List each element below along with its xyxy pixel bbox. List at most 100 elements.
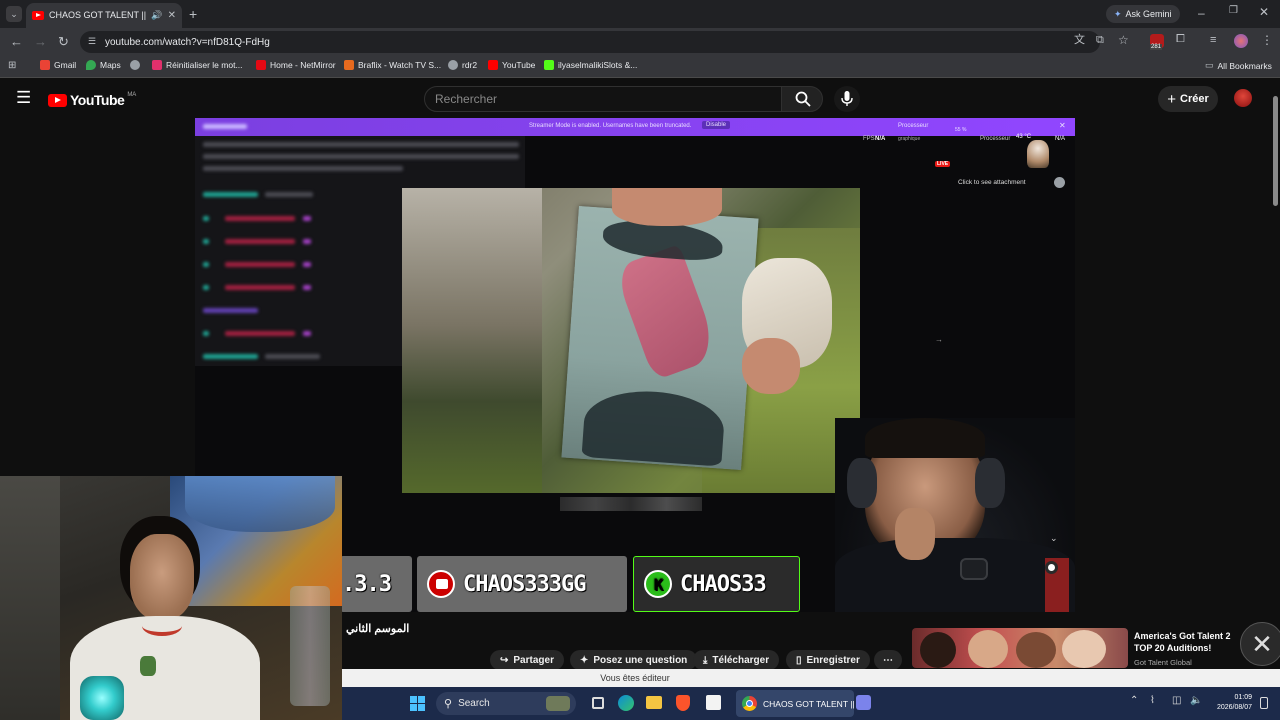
notification-icon[interactable]	[1260, 697, 1268, 709]
all-bookmarks-label: All Bookmarks	[1217, 60, 1272, 71]
bookmark-braflix[interactable]: Braflix - Watch TV S...	[344, 60, 441, 70]
channel-chip-text: .3.3	[342, 571, 392, 597]
windows-start-icon[interactable]	[410, 696, 425, 711]
banner-close-icon[interactable]: ✕	[1059, 121, 1066, 130]
search-button[interactable]	[781, 86, 823, 112]
streamer-mode-banner: Streamer Mode is enabled. Usernames have…	[195, 118, 1075, 136]
suggested-video[interactable]: America's Got Talent 2 TOP 20 Auditions!…	[912, 622, 1280, 668]
share-arrow-icon: ↪	[500, 654, 509, 666]
disable-streamer-mode-button[interactable]: Disable	[702, 121, 731, 129]
all-bookmarks[interactable]: ▭ All Bookmarks	[1205, 60, 1272, 71]
profile-avatar[interactable]	[1234, 34, 1248, 48]
bookmark-label: ilyaselmalikiSlots &...	[558, 60, 638, 70]
plus-icon: +	[1167, 90, 1176, 108]
windows-taskbar: ⚲ Search CHAOS GOT TALENT || 1 ⌃ ⌇ ◫ 🔈 0…	[342, 687, 1280, 720]
lamp-light	[80, 676, 124, 720]
bookmark-globe[interactable]	[130, 60, 140, 70]
new-tab-icon[interactable]: +	[189, 7, 197, 21]
voice-search-button[interactable]	[834, 86, 860, 112]
search-input[interactable]: Rechercher	[424, 86, 782, 112]
translate-icon[interactable]: 文	[1074, 35, 1085, 46]
extensions-puzzle-icon[interactable]: ⧠	[1176, 34, 1185, 45]
maximize-icon[interactable]: ❐	[1229, 6, 1238, 16]
clock-time: 01:09	[1234, 694, 1252, 701]
bookmark-label: Maps	[100, 60, 121, 70]
bookmark-star-icon[interactable]: ☆	[1118, 34, 1129, 46]
address-bar[interactable]: ☰ youtube.com/watch?v=nfD81Q-FdHg 文	[80, 31, 1100, 53]
attachment-hint[interactable]: Click to see attachment	[958, 179, 1026, 186]
cast-icon[interactable]: ⧉	[1096, 35, 1104, 46]
create-button[interactable]: + Créer	[1158, 86, 1218, 112]
wifi-icon[interactable]: ◫	[1172, 695, 1181, 706]
teams-icon[interactable]	[856, 695, 871, 710]
chrome-menu-icon[interactable]: ⋮	[1261, 34, 1273, 46]
drawing-paper	[561, 206, 759, 470]
browser-toolbar: ← → ↻ ☰ youtube.com/watch?v=nfD81Q-FdHg …	[0, 28, 1280, 56]
file-explorer-icon[interactable]	[646, 696, 662, 709]
more-actions-button[interactable]: ⋯	[874, 650, 902, 670]
bookmark-youtube[interactable]: YouTube	[488, 60, 535, 70]
volume-icon[interactable]: 🔈	[1190, 695, 1202, 706]
channel-chip-text: CHAOS333GG	[463, 571, 586, 597]
fps-label: FPS	[863, 136, 875, 142]
speaker-icon[interactable]: 🔊	[151, 10, 162, 21]
bookmark-rdr2[interactable]: rdr2	[448, 60, 477, 70]
streamer-webcam-right	[835, 418, 1075, 612]
page-scrollbar-thumb[interactable]	[1273, 96, 1278, 206]
youtube-logo[interactable]: YouTube MA	[48, 92, 136, 108]
attachment-icon[interactable]	[1054, 177, 1065, 188]
next-arrow-icon[interactable]: →	[935, 335, 943, 344]
video-title: الموسم الثاني	[346, 623, 410, 635]
save-bookmark-icon: ▯	[796, 654, 802, 666]
back-arrow-icon[interactable]: ←	[10, 35, 23, 48]
editor-notice-text: Vous êtes éditeur	[600, 673, 670, 683]
taskbar-clock[interactable]: 01:09 2026/08/07	[1202, 693, 1252, 713]
globe-icon	[448, 60, 458, 70]
hamburger-menu-icon[interactable]: ☰	[16, 89, 31, 107]
cpu-na: N/A	[1055, 136, 1066, 142]
editor-notice-bar: Vous êtes éditeur	[342, 669, 1280, 687]
edge-icon[interactable]	[618, 695, 634, 711]
network-icon[interactable]: ⌇	[1150, 695, 1155, 706]
streamer-mode-text: Streamer Mode is enabled. Usernames have…	[529, 123, 692, 129]
site-info-icon[interactable]: ☰	[88, 36, 96, 47]
browser-tab-active[interactable]: CHAOS GOT TALENT || ⭐ . 🔊 ✕	[26, 3, 182, 28]
tray-chevron-icon[interactable]: ⌃	[1130, 695, 1138, 706]
wristwatch	[960, 558, 988, 580]
clock-date: 2026/08/07	[1216, 704, 1252, 711]
bookmark-gmail[interactable]: Gmail	[40, 60, 76, 70]
download-button[interactable]: ⤓ Télécharger	[693, 650, 780, 670]
window-close-icon[interactable]: ✕	[1259, 6, 1269, 18]
tab-search-icon[interactable]: ⌄	[6, 6, 22, 22]
bookmark-maps[interactable]: Maps	[86, 60, 121, 70]
store-icon[interactable]	[706, 695, 721, 710]
bookmark-kick[interactable]: ilyaselmalikiSlots &...	[544, 60, 637, 70]
hand-top	[612, 188, 722, 226]
jersey-crest	[140, 656, 156, 676]
youtube-masthead: ☰ YouTube MA Rechercher + Créer	[0, 80, 1280, 118]
bookmark-netmirror[interactable]: Home - NetMirror	[256, 60, 336, 70]
ask-gemini-label: Ask Gemini	[1125, 9, 1172, 19]
tab-close-icon[interactable]: ✕	[168, 10, 176, 21]
ask-gemini-button[interactable]: ✦ Ask Gemini	[1106, 5, 1180, 23]
share-button[interactable]: ↪ Partager	[490, 650, 564, 670]
reload-icon[interactable]: ↻	[58, 35, 69, 48]
bookmark-instagram[interactable]: Réinitialiser le mot...	[152, 60, 243, 70]
forward-arrow-icon[interactable]: →	[34, 35, 47, 48]
account-avatar[interactable]	[1234, 89, 1252, 107]
download-label: Télécharger	[712, 654, 770, 666]
download-icon: ⤓	[703, 654, 708, 666]
taskbar-chrome-window[interactable]: CHAOS GOT TALENT || 1	[736, 690, 854, 717]
collapse-chevron-icon[interactable]: ⌄	[1050, 533, 1058, 544]
brave-icon[interactable]	[676, 695, 690, 711]
taskbar-search[interactable]: ⚲ Search	[436, 692, 576, 715]
save-button[interactable]: ▯ Enregistrer	[786, 650, 870, 670]
suggested-video-thumbnail	[912, 628, 1128, 668]
minimize-icon[interactable]: –	[1198, 7, 1205, 19]
ask-question-button[interactable]: ✦ Posez une question	[570, 650, 698, 670]
task-view-icon[interactable]	[592, 697, 604, 709]
controller-artwork	[185, 476, 335, 532]
browser-tab-strip: ⌄ CHAOS GOT TALENT || ⭐ . 🔊 ✕ + ✦ Ask Ge…	[0, 0, 1280, 28]
reading-list-icon[interactable]: ≡	[1210, 35, 1216, 46]
apps-grid-icon[interactable]: ⊞	[8, 60, 16, 71]
